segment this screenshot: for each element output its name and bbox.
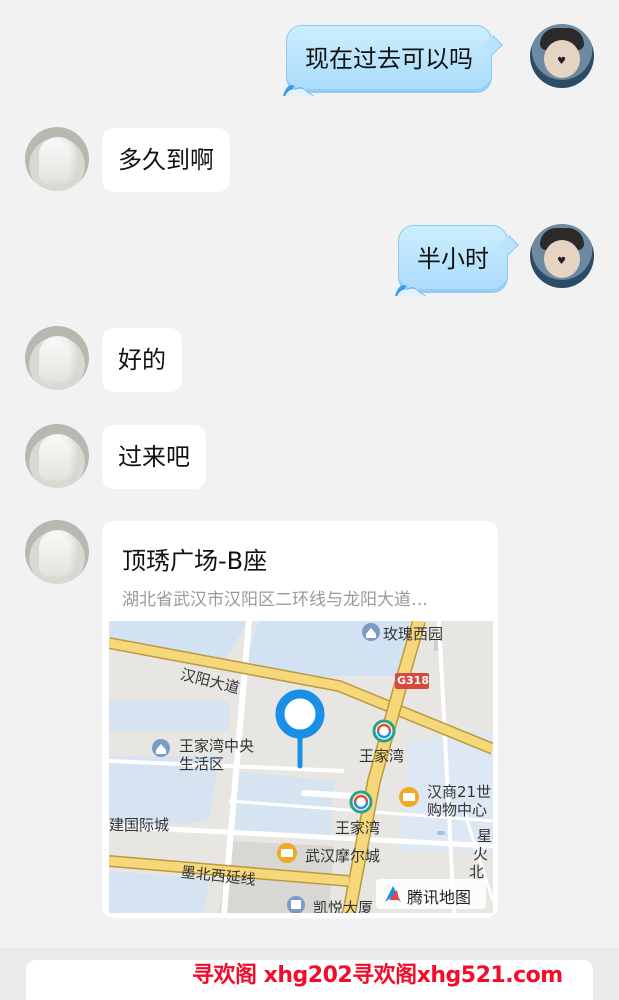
wave-decoration-icon [395, 285, 426, 296]
map-label-g318: G318 [397, 674, 429, 687]
incoming-message-bubble[interactable]: 过来吧 [102, 425, 206, 489]
outgoing-message-bubble[interactable]: 半小时 [395, 225, 519, 296]
message-text: 半小时 [417, 245, 489, 273]
avatar-other[interactable] [25, 520, 89, 584]
incoming-message-bubble[interactable]: 好的 [102, 328, 182, 392]
map-label-xinghuo-3: 北 [469, 863, 485, 881]
incoming-message-bubble[interactable]: 多久到啊 [102, 128, 230, 192]
map-label-jianguo: 建国际城 [109, 816, 170, 834]
avatar-other[interactable] [25, 127, 89, 191]
avatar-me[interactable]: ♥ [530, 24, 594, 88]
message-text: 现在过去可以吗 [305, 45, 473, 73]
avatar-other[interactable] [25, 326, 89, 390]
location-title: 顶琇广场-B座 [122, 547, 268, 575]
message-text: 好的 [118, 346, 166, 374]
avatar-me[interactable]: ♥ [530, 224, 594, 288]
avatar-other[interactable] [25, 424, 89, 488]
message-text: 过来吧 [118, 443, 190, 471]
map-graphic [109, 621, 493, 913]
message-text: 多久到啊 [118, 146, 214, 174]
watermark-text: 寻欢阁 xhg202寻欢阁xhg521.com [192, 963, 563, 988]
map-label-hanshang-2: 购物中心 [427, 801, 488, 819]
map-label-kaiyue: 凯悦大厦 [313, 899, 374, 913]
map-label-moer: 武汉摩尔城 [305, 847, 381, 865]
map-label-rose-garden: 玫瑰西园 [383, 625, 444, 643]
map-preview[interactable]: 玫瑰西园 汉阳大道 G318 王家湾中央 生活区 王家湾 汉商21世 购物中心 … [109, 621, 493, 913]
map-provider-logo: 腾讯地图 [407, 888, 472, 907]
map-label-station-2: 王家湾 [335, 819, 381, 837]
map-label-center-2: 生活区 [179, 755, 225, 773]
outgoing-message-bubble[interactable]: 现在过去可以吗 [283, 25, 503, 96]
location-address: 湖北省武汉市汉阳区二环线与龙阳大道… [122, 590, 428, 610]
map-label-station-1: 王家湾 [359, 747, 405, 765]
wave-decoration-icon [283, 85, 314, 96]
location-card[interactable]: 顶琇广场-B座 湖北省武汉市汉阳区二环线与龙阳大道… 玫瑰西园 汉阳大道 G31… [102, 521, 498, 918]
